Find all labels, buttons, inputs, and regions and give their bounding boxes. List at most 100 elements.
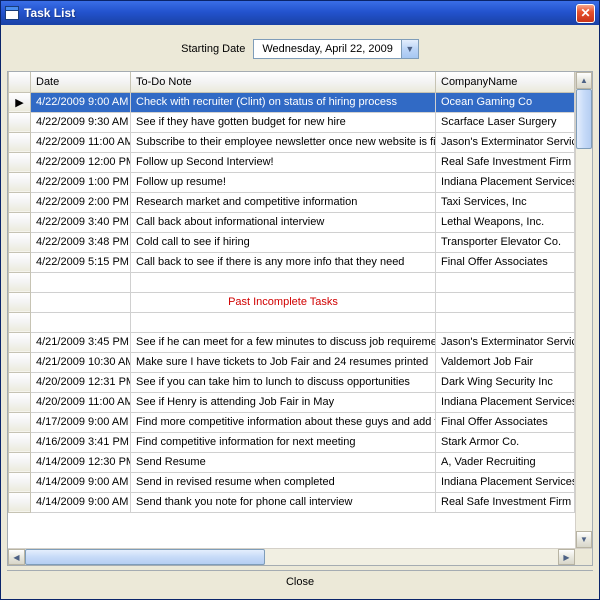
table-row[interactable]: 4/22/2009 5:15 PMCall back to see if the… xyxy=(9,252,575,272)
table-row[interactable]: 4/22/2009 1:00 PMFollow up resume!Indian… xyxy=(9,172,575,192)
cell-company[interactable]: Transporter Elevator Co. xyxy=(436,232,575,252)
cell-date[interactable]: 4/14/2009 9:00 AM xyxy=(31,472,131,492)
cell-note[interactable]: Follow up resume! xyxy=(131,172,436,192)
row-header-cell[interactable] xyxy=(9,172,31,192)
table-row[interactable]: 4/20/2009 11:00 AMSee if Henry is attend… xyxy=(9,392,575,412)
cell-date[interactable]: 4/22/2009 9:00 AM xyxy=(31,92,131,112)
cell-company[interactable]: Ocean Gaming Co xyxy=(436,92,575,112)
chevron-down-icon[interactable]: ▼ xyxy=(401,40,418,58)
table-row[interactable]: 4/14/2009 12:30 PMSend ResumeA, Vader Re… xyxy=(9,452,575,472)
cell-date[interactable]: 4/16/2009 3:41 PM xyxy=(31,432,131,452)
close-icon[interactable]: ✕ xyxy=(576,4,595,23)
cell-company[interactable]: Dark Wing Security Inc xyxy=(436,372,575,392)
row-header-cell[interactable] xyxy=(9,212,31,232)
row-header-cell[interactable] xyxy=(9,252,31,272)
row-header-column[interactable] xyxy=(9,72,31,92)
cell-company[interactable]: Final Offer Associates xyxy=(436,412,575,432)
cell-company[interactable]: Indiana Placement Services xyxy=(436,392,575,412)
cell-date[interactable]: 4/22/2009 12:00 PM xyxy=(31,152,131,172)
cell-company[interactable]: Lethal Weapons, Inc. xyxy=(436,212,575,232)
row-header-cell[interactable] xyxy=(9,492,31,512)
starting-date-picker[interactable]: Wednesday, April 22, 2009 ▼ xyxy=(253,39,418,59)
cell-company[interactable]: Real Safe Investment Firm xyxy=(436,492,575,512)
scroll-left-icon[interactable]: ◀ xyxy=(8,549,25,565)
row-header-cell[interactable]: ▶ xyxy=(9,92,31,112)
table-row[interactable] xyxy=(9,272,575,292)
table-row[interactable]: 4/22/2009 12:00 PMFollow up Second Inter… xyxy=(9,152,575,172)
row-header-cell[interactable] xyxy=(9,272,31,292)
table-row[interactable]: 4/21/2009 10:30 AMMake sure I have ticke… xyxy=(9,352,575,372)
cell-note[interactable]: Call back about informational interview xyxy=(131,212,436,232)
cell-note[interactable]: Send thank you note for phone call inter… xyxy=(131,492,436,512)
table-row[interactable]: ▶4/22/2009 9:00 AMCheck with recruiter (… xyxy=(9,92,575,112)
cell-note[interactable]: Research market and competitive informat… xyxy=(131,192,436,212)
hscroll-track[interactable] xyxy=(25,549,558,565)
scroll-up-icon[interactable]: ▲ xyxy=(576,72,592,89)
cell-note[interactable]: Find competitive information for next me… xyxy=(131,432,436,452)
cell-note[interactable]: Find more competitive information about … xyxy=(131,412,436,432)
hscroll-thumb[interactable] xyxy=(25,549,265,565)
cell-note[interactable]: See if you can take him to lunch to disc… xyxy=(131,372,436,392)
row-header-cell[interactable] xyxy=(9,412,31,432)
cell-date[interactable]: 4/22/2009 11:00 AM xyxy=(31,132,131,152)
cell-note[interactable]: See if they have gotten budget for new h… xyxy=(131,112,436,132)
cell-date[interactable]: 4/22/2009 2:00 PM xyxy=(31,192,131,212)
row-header-cell[interactable] xyxy=(9,432,31,452)
cell-note[interactable]: Follow up Second Interview! xyxy=(131,152,436,172)
row-header-cell[interactable] xyxy=(9,112,31,132)
table-row[interactable]: 4/21/2009 3:45 PMSee if he can meet for … xyxy=(9,332,575,352)
cell-note[interactable]: Call back to see if there is any more in… xyxy=(131,252,436,272)
table-row[interactable]: 4/22/2009 11:00 AMSubscribe to their emp… xyxy=(9,132,575,152)
cell-company[interactable]: Valdemort Job Fair xyxy=(436,352,575,372)
cell-note[interactable]: Check with recruiter (Clint) on status o… xyxy=(131,92,436,112)
column-note[interactable]: To-Do Note xyxy=(131,72,436,92)
titlebar[interactable]: Task List ✕ xyxy=(1,1,599,25)
vertical-scrollbar[interactable]: ▲ ▼ xyxy=(575,72,592,548)
scroll-track[interactable] xyxy=(576,89,592,531)
table-row[interactable]: 4/14/2009 9:00 AMSend in revised resume … xyxy=(9,472,575,492)
cell-company[interactable]: Scarface Laser Surgery xyxy=(436,112,575,132)
cell-company[interactable]: A, Vader Recruiting xyxy=(436,452,575,472)
table-row[interactable]: Past Incomplete Tasks xyxy=(9,292,575,312)
cell-company[interactable]: Real Safe Investment Firm xyxy=(436,152,575,172)
table-row[interactable]: 4/22/2009 3:40 PMCall back about informa… xyxy=(9,212,575,232)
cell-date[interactable]: 4/21/2009 10:30 AM xyxy=(31,352,131,372)
cell-note[interactable]: Subscribe to their employee newsletter o… xyxy=(131,132,436,152)
cell-date[interactable]: 4/14/2009 12:30 PM xyxy=(31,452,131,472)
row-header-cell[interactable] xyxy=(9,232,31,252)
horizontal-scrollbar[interactable]: ◀ ▶ xyxy=(8,548,592,565)
cell-date[interactable]: 4/22/2009 3:48 PM xyxy=(31,232,131,252)
table-row[interactable]: 4/20/2009 12:31 PMSee if you can take hi… xyxy=(9,372,575,392)
cell-date[interactable]: 4/22/2009 9:30 AM xyxy=(31,112,131,132)
cell-note[interactable]: See if he can meet for a few minutes to … xyxy=(131,332,436,352)
cell-note[interactable]: Send Resume xyxy=(131,452,436,472)
cell-date[interactable]: 4/14/2009 9:00 AM xyxy=(31,492,131,512)
column-company[interactable]: CompanyName xyxy=(436,72,575,92)
cell-note[interactable]: See if Henry is attending Job Fair in Ma… xyxy=(131,392,436,412)
cell-date[interactable]: 4/22/2009 1:00 PM xyxy=(31,172,131,192)
row-header-cell[interactable] xyxy=(9,192,31,212)
row-header-cell[interactable] xyxy=(9,312,31,332)
table-row[interactable]: 4/22/2009 3:48 PMCold call to see if hir… xyxy=(9,232,575,252)
table-row[interactable]: 4/17/2009 9:00 AMFind more competitive i… xyxy=(9,412,575,432)
scroll-down-icon[interactable]: ▼ xyxy=(576,531,592,548)
cell-date[interactable]: 4/22/2009 3:40 PM xyxy=(31,212,131,232)
cell-note[interactable]: Make sure I have tickets to Job Fair and… xyxy=(131,352,436,372)
scroll-right-icon[interactable]: ▶ xyxy=(558,549,575,565)
row-header-cell[interactable] xyxy=(9,152,31,172)
cell-note[interactable]: Cold call to see if hiring xyxy=(131,232,436,252)
cell-date[interactable]: 4/17/2009 9:00 AM xyxy=(31,412,131,432)
table-row[interactable]: 4/22/2009 2:00 PMResearch market and com… xyxy=(9,192,575,212)
row-header-cell[interactable] xyxy=(9,352,31,372)
close-button[interactable]: Close xyxy=(7,570,593,593)
table-row[interactable]: 4/22/2009 9:30 AMSee if they have gotten… xyxy=(9,112,575,132)
cell-company[interactable]: Indiana Placement Services xyxy=(436,472,575,492)
cell-date[interactable]: 4/22/2009 5:15 PM xyxy=(31,252,131,272)
table-row[interactable]: 4/14/2009 9:00 AMSend thank you note for… xyxy=(9,492,575,512)
cell-company[interactable]: Final Offer Associates xyxy=(436,252,575,272)
column-date[interactable]: Date xyxy=(31,72,131,92)
cell-company[interactable]: Taxi Services, Inc xyxy=(436,192,575,212)
table-row[interactable]: 4/16/2009 3:41 PMFind competitive inform… xyxy=(9,432,575,452)
cell-company[interactable]: Jason's Exterminator Service xyxy=(436,332,575,352)
row-header-cell[interactable] xyxy=(9,472,31,492)
